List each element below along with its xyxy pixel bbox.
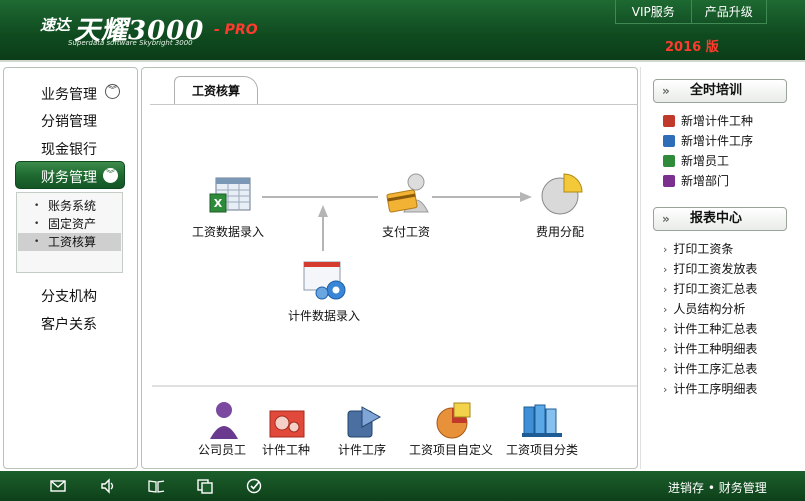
- mail-icon[interactable]: [50, 478, 66, 494]
- custom-item-icon[interactable]: [432, 401, 476, 439]
- report-link[interactable]: › 计件工序汇总表: [663, 360, 757, 377]
- submenu-item-payroll[interactable]: 工资核算: [18, 233, 121, 251]
- training-header[interactable]: » 全时培训: [653, 79, 787, 103]
- training-item-label: 新增员工: [681, 154, 730, 168]
- chevron-right-icon: ›: [663, 283, 668, 296]
- category-books-icon[interactable]: [520, 401, 566, 439]
- training-item[interactable]: 新增部门: [663, 172, 729, 189]
- chevron-right-icon: ›: [663, 343, 668, 356]
- book-icon: [663, 135, 675, 147]
- report-link-label: 计件工序汇总表: [673, 362, 758, 376]
- sidebar-item-customer-relations[interactable]: 客户关系: [41, 314, 97, 334]
- employee-icon[interactable]: [208, 401, 240, 439]
- submenu-item-accounting[interactable]: 账务系统: [18, 197, 121, 215]
- chevron-right-icon: ›: [663, 243, 668, 256]
- logo-brand-cn: 速达: [40, 16, 71, 34]
- double-chevron-right-icon: »: [662, 84, 670, 98]
- report-link-label: 打印工资条: [673, 242, 734, 256]
- process-icon[interactable]: [344, 403, 384, 439]
- check-icon[interactable]: [246, 478, 262, 494]
- sidebar-item-business[interactable]: 业务管理: [41, 84, 97, 104]
- training-item-label: 新增计件工序: [681, 134, 754, 148]
- shortcut-piece-types[interactable]: 计件工种: [262, 441, 310, 458]
- report-link-label: 计件工种明细表: [673, 342, 758, 356]
- report-link-label: 计件工序明细表: [673, 382, 758, 396]
- report-link[interactable]: › 计件工种汇总表: [663, 320, 757, 337]
- training-item-label: 新增部门: [681, 174, 730, 188]
- report-link-label: 计件工种汇总表: [673, 322, 758, 336]
- sidebar-item-label: 现金银行: [41, 142, 97, 158]
- gear-window-icon[interactable]: [302, 260, 350, 302]
- report-link-label: 打印工资汇总表: [673, 282, 758, 296]
- report-link[interactable]: › 人员结构分析: [663, 300, 745, 317]
- reports-header[interactable]: » 报表中心: [653, 207, 787, 231]
- report-link-label: 人员结构分析: [673, 302, 746, 316]
- svg-text:X: X: [214, 197, 223, 210]
- chevron-right-icon: ›: [663, 263, 668, 276]
- report-link[interactable]: › 计件工序明细表: [663, 380, 757, 397]
- shortcut-piece-processes[interactable]: 计件工序: [338, 441, 386, 458]
- sidebar-item-label: 分销管理: [41, 114, 97, 130]
- training-item[interactable]: 新增员工: [663, 152, 729, 169]
- sidebar-item-label: 业务管理: [41, 87, 97, 103]
- shortcut-custom-wage-items[interactable]: 工资项目自定义: [409, 441, 493, 458]
- top-links: VIP服务 产品升级: [615, 0, 767, 24]
- spreadsheet-icon[interactable]: X: [208, 176, 254, 216]
- section-divider: [152, 385, 637, 387]
- sidebar: 业务管理 ︾ 分销管理 现金银行 财务管理 ︾ 账务系统 固定资产 工资核算 分…: [3, 67, 138, 469]
- double-chevron-right-icon: »: [662, 212, 670, 226]
- report-link[interactable]: › 打印工资发放表: [663, 260, 757, 277]
- chevron-right-icon: ›: [663, 363, 668, 376]
- report-link[interactable]: › 打印工资汇总表: [663, 280, 757, 297]
- flow-pay-wages[interactable]: 支付工资: [382, 223, 430, 240]
- training-item[interactable]: 新增计件工种: [663, 112, 753, 129]
- shortcut-wage-categories[interactable]: 工资项目分类: [506, 441, 578, 458]
- submenu-item-fixed-assets[interactable]: 固定资产: [18, 215, 121, 233]
- sidebar-item-cash-bank[interactable]: 现金银行: [41, 139, 97, 159]
- window-icon[interactable]: [197, 478, 213, 494]
- sidebar-item-label: 财务管理: [41, 170, 97, 186]
- flow-payroll-entry[interactable]: 工资数据录入: [192, 223, 264, 240]
- speaker-icon[interactable]: [100, 478, 116, 494]
- reports-title: 报表中心: [690, 211, 743, 226]
- logo-subtitle: Superdata software Skybright 3000: [68, 39, 193, 47]
- sidebar-item-branches[interactable]: 分支机构: [41, 286, 97, 306]
- edition-label: 2016 版: [665, 40, 719, 55]
- chevron-right-icon: ›: [663, 383, 668, 396]
- training-title: 全时培训: [690, 83, 743, 98]
- double-chevron-down-icon[interactable]: ︾: [105, 84, 120, 99]
- sidebar-item-label: 分支机构: [41, 289, 97, 305]
- training-item-label: 新增计件工种: [681, 114, 754, 128]
- book-icon: [663, 155, 675, 167]
- report-link[interactable]: › 打印工资条: [663, 240, 733, 257]
- flow-piecework-entry[interactable]: 计件数据录入: [288, 307, 360, 324]
- status-bar: 进销存 • 财务管理: [0, 471, 805, 501]
- logo-pro-badge: - PRO: [214, 22, 258, 38]
- book-icon[interactable]: [148, 478, 164, 494]
- double-chevron-down-icon: ︾: [103, 168, 118, 183]
- payment-card-icon[interactable]: [384, 172, 434, 216]
- app-header: 速达 天耀3000 - PRO Superdata software Skybr…: [0, 0, 805, 60]
- workflow-panel: 工资核算 X 工资数据录入 支付工资 费用分配 计件数据录入 公司员工 计件工种…: [141, 67, 638, 469]
- right-panel: » 全时培训 新增计件工种 新增计件工序 新增员工 新增部门 » 报表中心 › 打…: [640, 67, 805, 469]
- sidebar-item-distribution[interactable]: 分销管理: [41, 111, 97, 131]
- chevron-right-icon: ›: [663, 323, 668, 336]
- report-link-label: 打印工资发放表: [673, 262, 758, 276]
- chevron-right-icon: ›: [663, 303, 668, 316]
- product-upgrade-link[interactable]: 产品升级: [690, 0, 767, 23]
- pie-chart-icon[interactable]: [538, 172, 584, 216]
- sidebar-item-finance[interactable]: 财务管理 ︾: [15, 161, 125, 189]
- report-link[interactable]: › 计件工种明细表: [663, 340, 757, 357]
- book-icon: [663, 115, 675, 127]
- finance-submenu: 账务系统 固定资产 工资核算: [16, 192, 123, 273]
- module-status: 进销存 • 财务管理: [668, 481, 767, 495]
- main-frame: 业务管理 ︾ 分销管理 现金银行 财务管理 ︾ 账务系统 固定资产 工资核算 分…: [0, 60, 805, 471]
- flow-cost-allocation[interactable]: 费用分配: [536, 223, 584, 240]
- shortcut-employees[interactable]: 公司员工: [198, 441, 246, 458]
- vip-service-link[interactable]: VIP服务: [616, 0, 691, 23]
- book-icon: [663, 175, 675, 187]
- training-item[interactable]: 新增计件工序: [663, 132, 753, 149]
- gears-icon[interactable]: [268, 403, 308, 439]
- sidebar-item-label: 客户关系: [41, 317, 97, 333]
